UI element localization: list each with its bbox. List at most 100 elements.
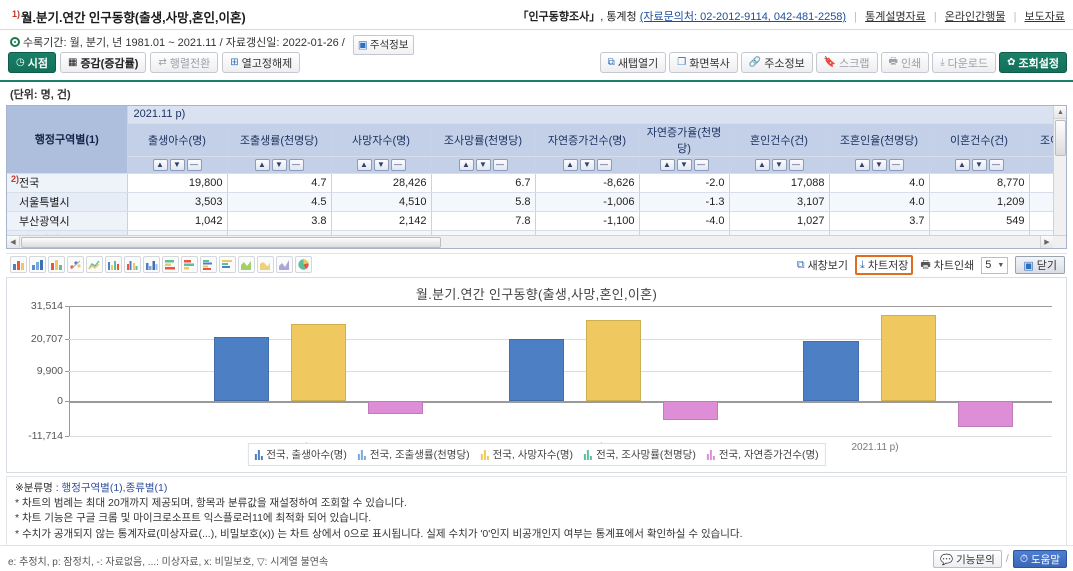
col-deaths-1[interactable]: 사망자수(명) (331, 123, 431, 156)
bar-hmulti-icon[interactable] (219, 256, 236, 273)
bar-natural-increase[interactable] (368, 401, 423, 414)
scrap-button[interactable]: 🔖스크랩 (816, 52, 878, 73)
row-label[interactable]: 2)전국 (7, 173, 127, 192)
bar-deaths[interactable] (291, 324, 346, 401)
save-chart-button[interactable]: ⤓차트저장 (855, 255, 913, 275)
print-button[interactable]: 🖶인쇄 (881, 52, 930, 73)
legend-item-deaths[interactable]: 전국, 사망자수(명) (481, 447, 573, 462)
col-natural-increase-rate-1[interactable]: 자연증가율(천명당) (639, 123, 729, 156)
close-chart-button[interactable]: ▣닫기 (1015, 256, 1065, 274)
bar-natural-increase[interactable] (663, 401, 718, 420)
bar-column-icon[interactable] (29, 256, 46, 273)
sort-asc-icon[interactable]: ▲ (755, 159, 770, 171)
sort-none-icon[interactable]: — (289, 159, 304, 171)
time-point-button[interactable]: ◷시점 (8, 52, 56, 73)
line-icon[interactable] (276, 256, 293, 273)
sort-asc-icon[interactable]: ▲ (255, 159, 270, 171)
vertical-scroll-thumb[interactable] (1055, 120, 1066, 156)
sort-desc-icon[interactable]: ▼ (872, 159, 887, 171)
bar-hstack-icon[interactable] (181, 256, 198, 273)
open-chart-new-window-button[interactable]: ⧉새창보기 (797, 257, 848, 273)
sort-none-icon[interactable]: — (597, 159, 612, 171)
sort-none-icon[interactable]: — (789, 159, 804, 171)
sort-none-icon[interactable]: — (187, 159, 202, 171)
address-info-button[interactable]: 🔗주소정보 (741, 52, 813, 73)
sort-asc-icon[interactable]: ▲ (563, 159, 578, 171)
scroll-left-icon[interactable]: ◀ (7, 236, 20, 249)
sort-none-icon[interactable]: — (391, 159, 406, 171)
bar-horizontal-icon[interactable] (162, 256, 179, 273)
legend-item-birth-rate[interactable]: 전국, 조출생률(천명당) (358, 447, 470, 462)
sort-asc-icon[interactable]: ▲ (955, 159, 970, 171)
col-birth-rate-1[interactable]: 조출생률(천명당) (227, 123, 331, 156)
col-death-rate-1[interactable]: 조사망률(천명당) (431, 123, 535, 156)
sort-asc-icon[interactable]: ▲ (459, 159, 474, 171)
unfreeze-column-button[interactable]: ⊞열고정해제 (222, 52, 300, 73)
bar-stacked-icon[interactable] (48, 256, 65, 273)
scroll-right-icon[interactable]: ▶ (1040, 236, 1053, 249)
link-press-release[interactable]: 보도자료 (1025, 11, 1065, 23)
sort-desc-icon[interactable]: ▼ (170, 159, 185, 171)
sort-none-icon[interactable]: — (493, 159, 508, 171)
link-stat-description[interactable]: 통계설명자료 (865, 11, 926, 23)
sort-asc-icon[interactable]: ▲ (855, 159, 870, 171)
bar-natural-increase[interactable] (958, 401, 1013, 427)
scatter-icon[interactable] (67, 256, 84, 273)
sort-asc-icon[interactable]: ▲ (660, 159, 675, 171)
legend-item-births[interactable]: 전국, 출생아수(명) (254, 447, 346, 462)
bar-deaths[interactable] (586, 320, 641, 401)
bar-deaths[interactable] (881, 315, 936, 400)
table-row[interactable]: 부산광역시 1,042 3.8 2,142 7.8 -1,100 -4.0 1,… (7, 211, 1067, 230)
col-natural-increase-1[interactable]: 자연증가건수(명) (535, 123, 639, 156)
sort-asc-icon[interactable]: ▲ (153, 159, 168, 171)
table-row[interactable]: 서울특별시 3,503 4.5 4,510 5.8 -1,006 -1.3 3,… (7, 192, 1067, 211)
row-label[interactable]: 서울특별시 (7, 192, 127, 211)
sort-desc-icon[interactable]: ▼ (476, 159, 491, 171)
open-new-tab-button[interactable]: ⧉새탭열기 (600, 52, 667, 73)
sort-desc-icon[interactable]: ▼ (580, 159, 595, 171)
sort-none-icon[interactable]: — (989, 159, 1004, 171)
print-chart-button[interactable]: 🖶차트인쇄 (920, 256, 974, 275)
col-divorces-1[interactable]: 이혼건수(건) (929, 123, 1029, 156)
screen-copy-button[interactable]: ❐화면복사 (669, 52, 737, 73)
legend-item-death-rate[interactable]: 전국, 조사망률(천명당) (584, 447, 696, 462)
horizontal-scroll-thumb[interactable] (21, 237, 441, 248)
transpose-button[interactable]: ⇄행렬전환 (150, 52, 218, 73)
bar-cluster-icon[interactable] (124, 256, 141, 273)
bar-births[interactable] (509, 339, 564, 401)
sort-none-icon[interactable]: — (889, 159, 904, 171)
download-button[interactable]: ⤓다운로드 (932, 52, 996, 73)
table-row[interactable]: 2)전국 19,800 4.7 28,426 6.7 -8,626 -2.0 1… (7, 173, 1067, 192)
link-online-publication[interactable]: 온라인간행물 (945, 11, 1006, 23)
table-horizontal-scrollbar[interactable]: ◀ ▶ (7, 235, 1066, 248)
contact-link[interactable]: (자료문의처: 02-2012-9114, 042-481-2258) (640, 11, 846, 23)
pie-icon[interactable] (295, 256, 312, 273)
legend-item-natural-increase[interactable]: 전국, 자연증가건수(명) (707, 447, 819, 462)
area-smooth-icon[interactable] (257, 256, 274, 273)
area-icon[interactable] (238, 256, 255, 273)
change-rate-button[interactable]: ▦증감(증감률) (60, 52, 146, 73)
row-label[interactable]: 부산광역시 (7, 211, 127, 230)
table-vertical-scrollbar[interactable]: ▲ ▼ (1053, 106, 1066, 248)
col-births-1[interactable]: 출생아수(명) (127, 123, 227, 156)
bar-multi-icon[interactable] (105, 256, 122, 273)
sort-desc-icon[interactable]: ▼ (374, 159, 389, 171)
bar-births[interactable] (214, 337, 269, 401)
scroll-up-icon[interactable]: ▲ (1054, 106, 1067, 119)
bar-vertical-icon[interactable] (10, 256, 27, 273)
help-button[interactable]: ⏱도움말 (1013, 550, 1067, 568)
series-count-select[interactable]: 5▼ (981, 257, 1008, 274)
sort-none-icon[interactable]: — (694, 159, 709, 171)
bar-hgroup-icon[interactable] (200, 256, 217, 273)
function-inquiry-button[interactable]: 💬기능문의 (933, 550, 1002, 568)
bar-group-icon[interactable] (143, 256, 160, 273)
sort-desc-icon[interactable]: ▼ (677, 159, 692, 171)
query-settings-button[interactable]: ✿조회설정 (999, 52, 1067, 73)
bar-births[interactable] (803, 341, 858, 401)
sort-asc-icon[interactable]: ▲ (357, 159, 372, 171)
sort-desc-icon[interactable]: ▼ (772, 159, 787, 171)
sort-desc-icon[interactable]: ▼ (272, 159, 287, 171)
area-line-icon[interactable] (86, 256, 103, 273)
col-marriage-rate-1[interactable]: 조혼인율(천명당) (829, 123, 929, 156)
sort-desc-icon[interactable]: ▼ (972, 159, 987, 171)
